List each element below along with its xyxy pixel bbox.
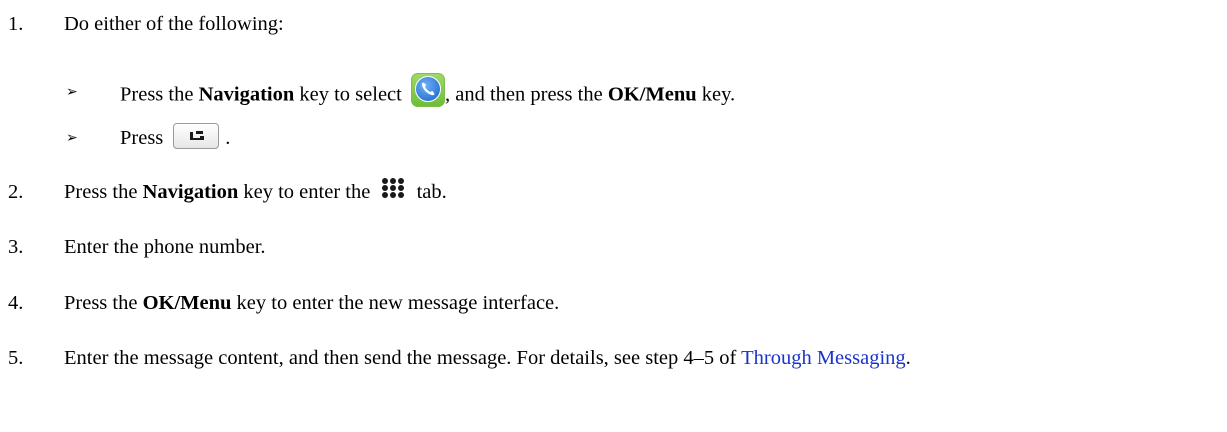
- step-text: Enter the phone number.: [64, 236, 266, 258]
- text-fragment: .: [905, 347, 911, 369]
- text-fragment: .: [225, 127, 231, 149]
- text-fragment: Press the: [64, 292, 143, 314]
- step-number: 4.: [8, 292, 24, 314]
- substep-text: Press the Navigation key to select , and…: [120, 73, 736, 113]
- step-number: 5.: [8, 347, 24, 369]
- key-name-ok-menu: OK/Menu: [142, 292, 232, 314]
- text-fragment: , and then press the: [444, 83, 608, 106]
- text-fragment: Press the: [64, 181, 143, 203]
- text-fragment: Enter the message content, and then send…: [64, 347, 742, 369]
- step-text: Press the Navigation key to enter the ta…: [64, 177, 447, 205]
- substep-text: Press.: [120, 123, 231, 152]
- step-text: Enter the message content, and then send…: [64, 345, 911, 371]
- text-fragment: Press: [120, 127, 164, 149]
- step-text: Do either of the following:: [64, 13, 284, 35]
- text-fragment: key.: [696, 83, 736, 106]
- key-name-navigation: Navigation: [142, 181, 239, 203]
- text-fragment: key to enter the new message interface.: [231, 292, 560, 314]
- step-text: Press the OK/Menu key to enter the new m…: [64, 290, 559, 316]
- dialpad-icon: [381, 177, 405, 199]
- bullet-arrow: ➢: [66, 85, 78, 100]
- step-number: 2.: [8, 181, 24, 203]
- key-name-ok-menu: OK/Menu: [607, 83, 697, 106]
- step-number: 1.: [8, 13, 24, 35]
- text-fragment: key to select: [294, 83, 407, 106]
- text-fragment: key to enter the: [238, 181, 376, 203]
- step-number: 3.: [8, 236, 24, 258]
- through-messaging-link[interactable]: Through Messaging: [741, 347, 906, 369]
- handset-key-icon: [173, 123, 220, 150]
- bullet-arrow: ➢: [66, 131, 78, 146]
- text-fragment: Press the: [120, 83, 199, 106]
- key-name-navigation: Navigation: [198, 83, 295, 106]
- text-fragment: tab.: [411, 181, 447, 203]
- phone-app-icon: [410, 73, 445, 107]
